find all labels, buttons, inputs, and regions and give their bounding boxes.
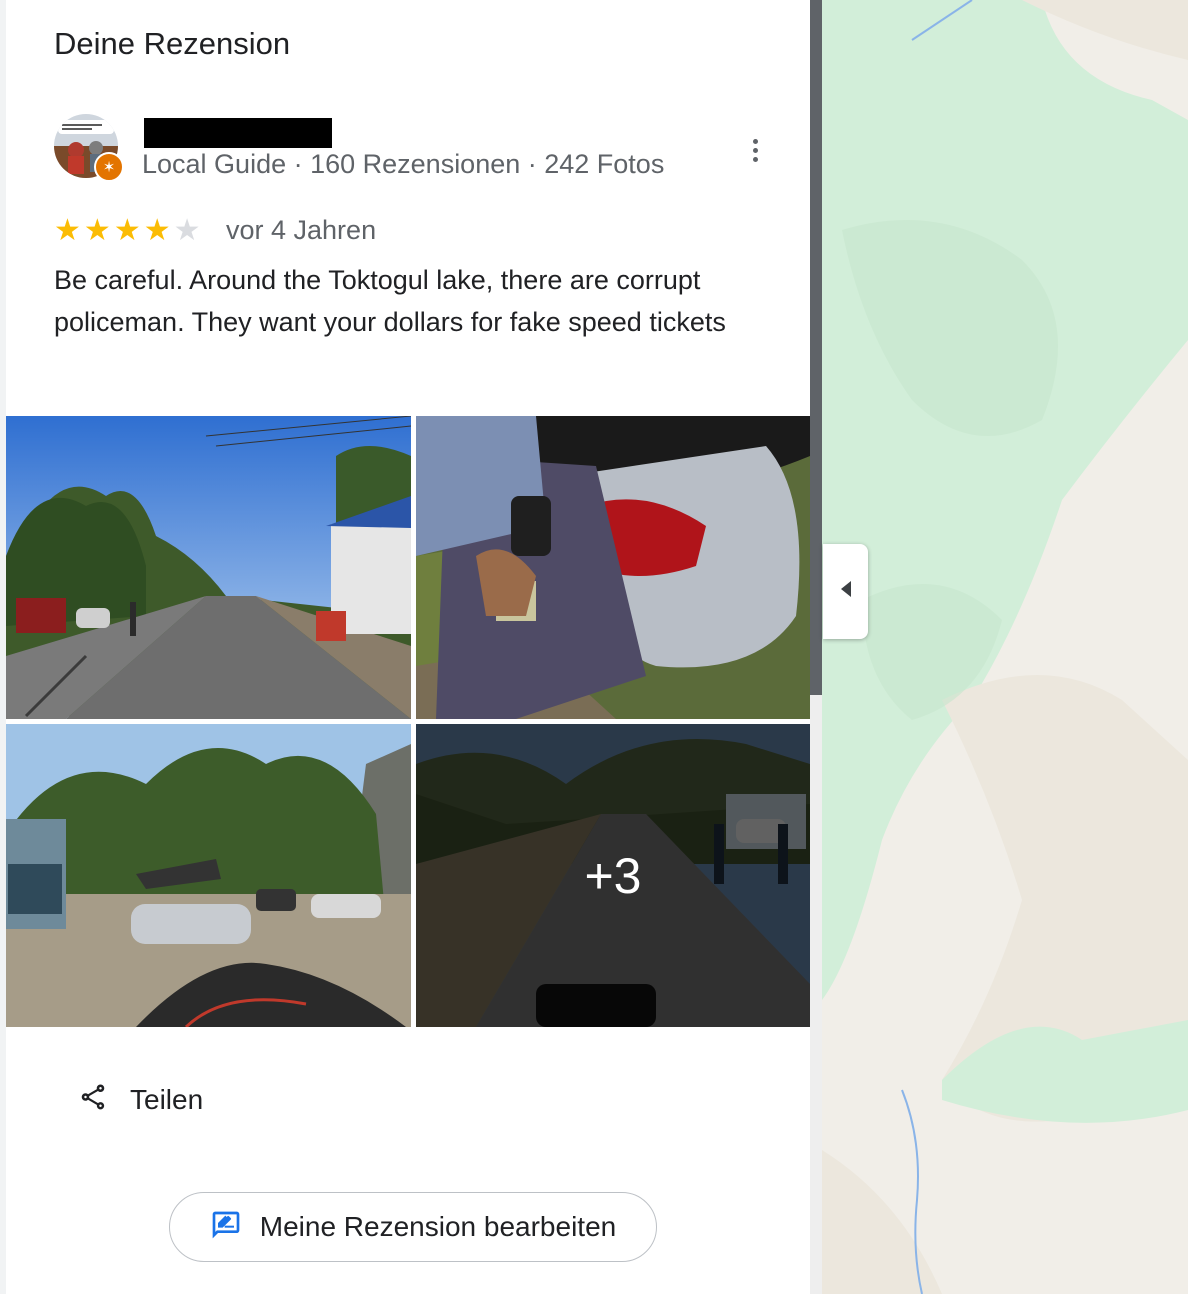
star-icon: ★ xyxy=(54,214,81,247)
star-icon-empty: ★ xyxy=(173,214,201,247)
review-photo-1[interactable] xyxy=(6,416,411,719)
more-photos-count: +3 xyxy=(584,847,642,904)
more-options-icon[interactable] xyxy=(740,132,770,168)
star-icon: ★ xyxy=(113,214,141,247)
reviewer-name-redacted[interactable] xyxy=(144,118,332,148)
local-guide-badge-icon: ✶ xyxy=(94,152,124,182)
map-area[interactable] xyxy=(822,0,1188,1294)
review-photo-2[interactable] xyxy=(416,416,810,719)
share-button[interactable]: Teilen xyxy=(78,1082,203,1117)
reviewer-meta: Local Guide · 160 Rezensionen · 242 Foto… xyxy=(142,149,665,179)
share-icon xyxy=(78,1082,108,1117)
review-date: vor 4 Jahren xyxy=(226,215,377,245)
share-label: Teilen xyxy=(130,1083,204,1115)
chevron-left-icon xyxy=(839,579,853,604)
review-photo-4[interactable]: +3 xyxy=(416,724,810,1027)
rate-review-icon xyxy=(210,1209,242,1246)
collapse-panel-button[interactable] xyxy=(823,544,868,639)
star-icon: ★ xyxy=(143,214,171,247)
edit-review-button[interactable]: Meine Rezension bearbeiten xyxy=(169,1192,657,1262)
edit-review-label: Meine Rezension bearbeiten xyxy=(259,1211,617,1242)
star-icon: ★ xyxy=(83,214,111,247)
review-panel: Deine Rezension ✶ Local Guide · 160 Reze… xyxy=(6,0,810,1294)
star-rating: ★ ★ ★ ★ ★ xyxy=(54,216,201,246)
section-title: Deine Rezension xyxy=(54,26,291,61)
review-text: Be careful. Around the Toktogul lake, th… xyxy=(54,265,726,337)
review-photo-3[interactable] xyxy=(6,724,411,1027)
scrollbar-thumb[interactable] xyxy=(810,0,822,695)
